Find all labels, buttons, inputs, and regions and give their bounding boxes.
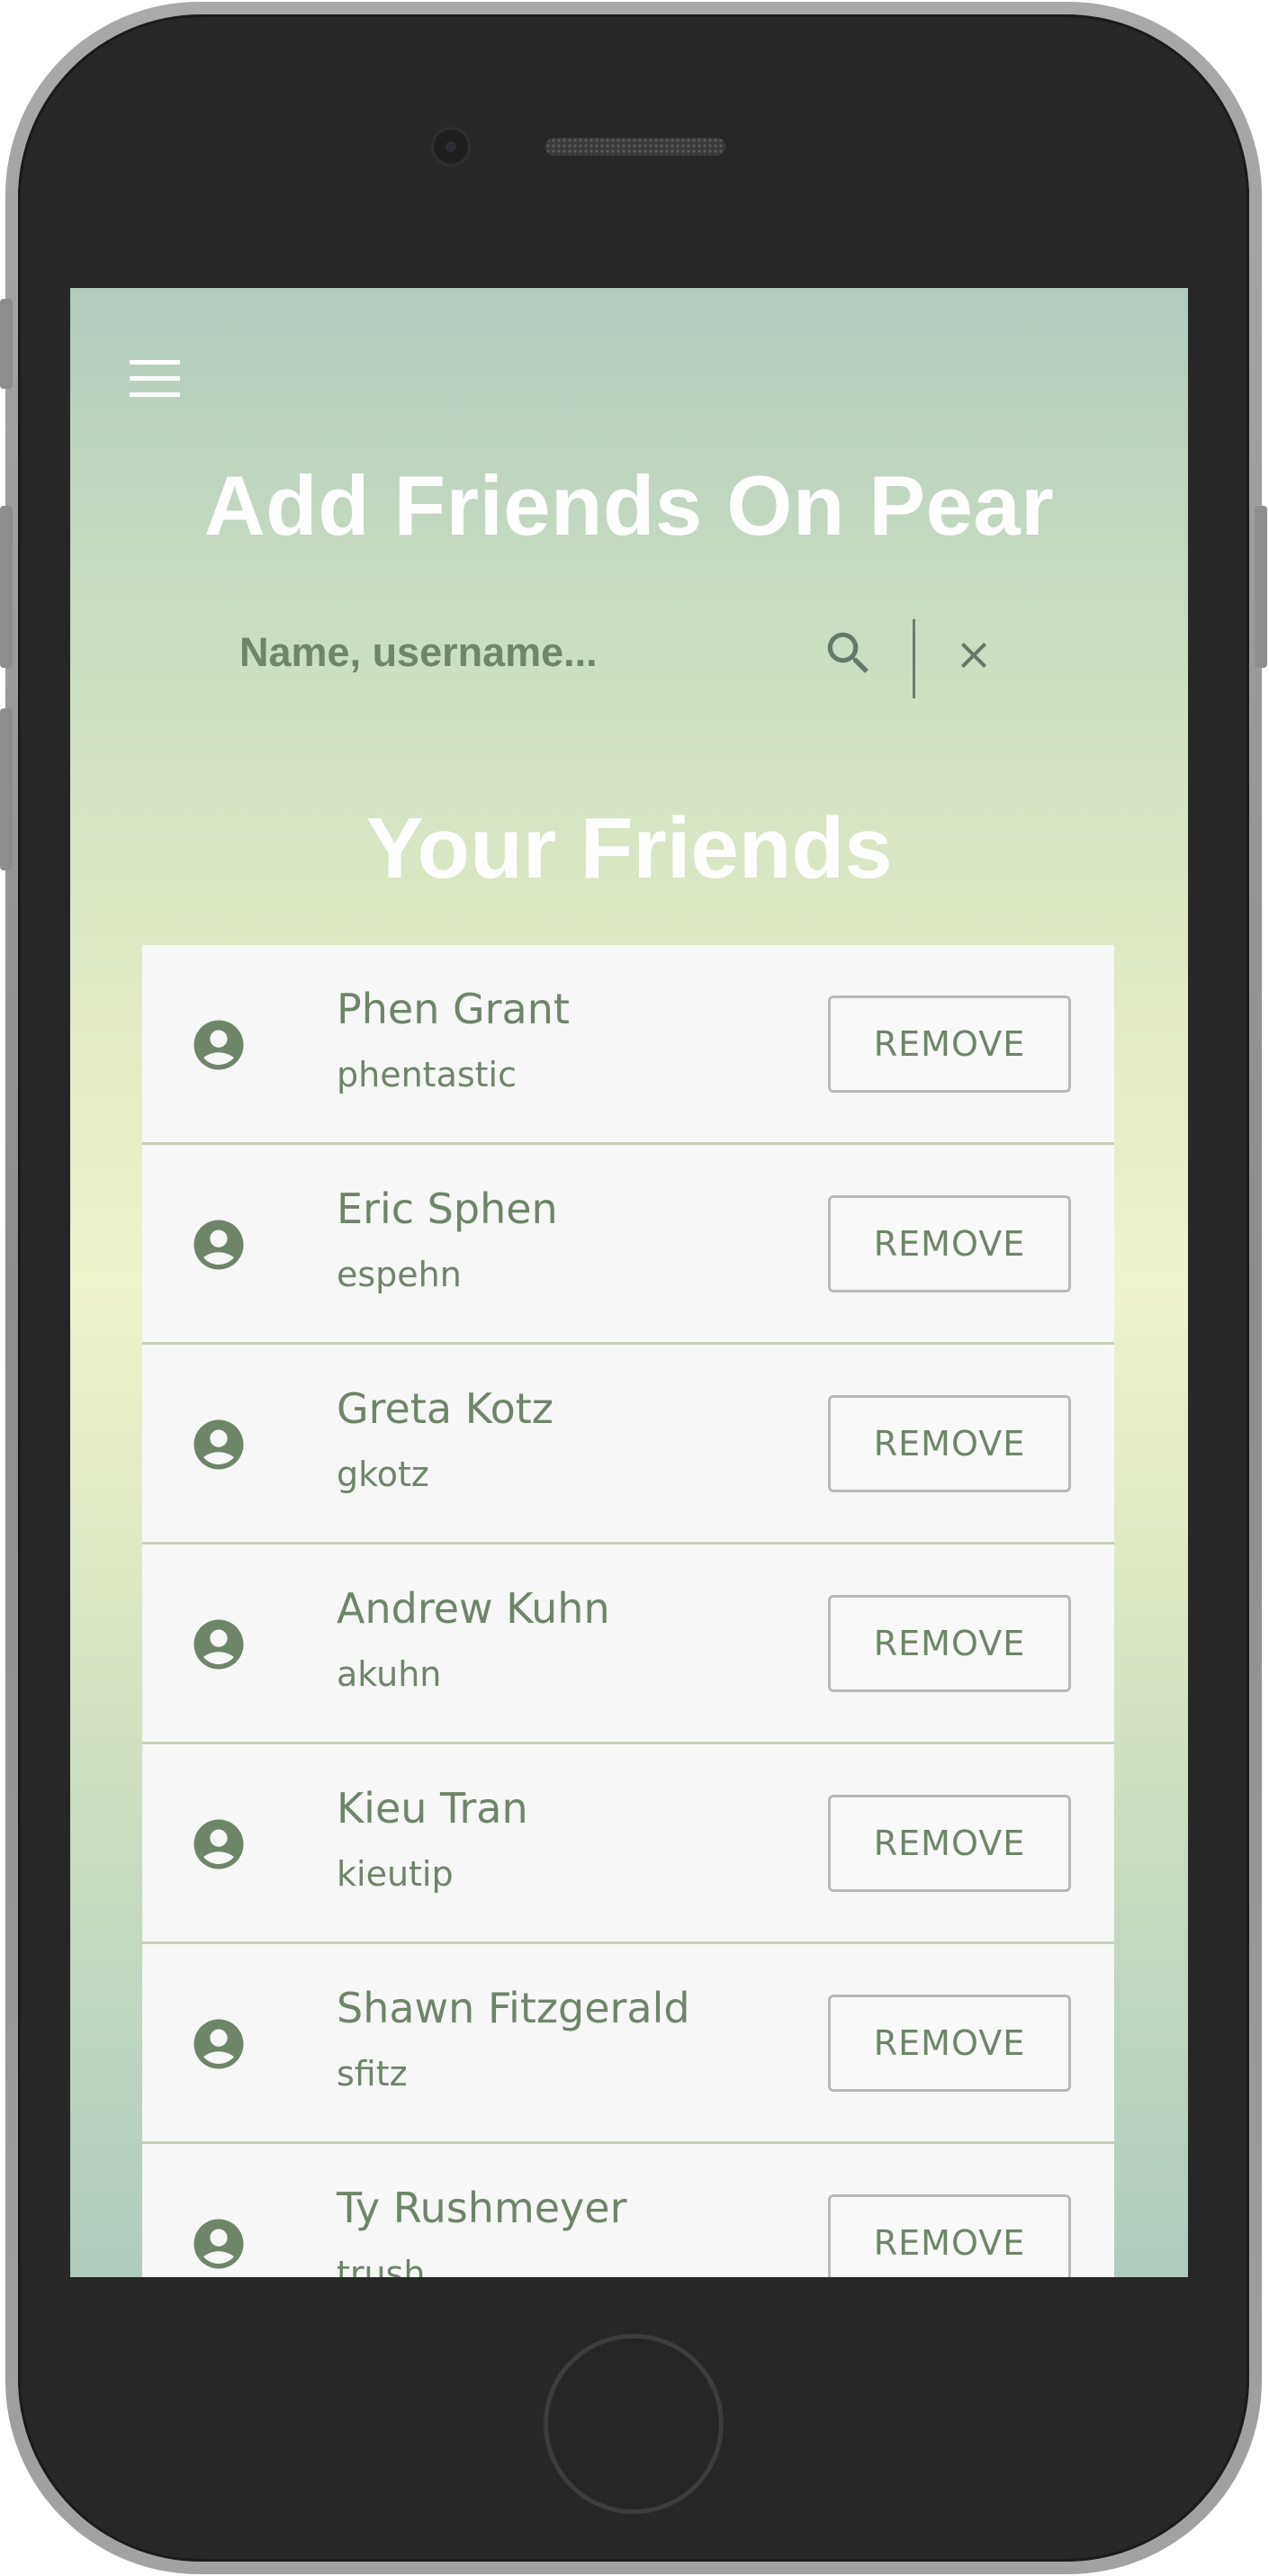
account-circle-icon: [194, 1020, 244, 1070]
remove-friend-button[interactable]: REMOVE: [828, 1595, 1071, 1692]
remove-friend-button[interactable]: REMOVE: [828, 1195, 1071, 1293]
earpiece-speaker: [545, 138, 725, 156]
friend-row: Ty Rushmeyer trush REMOVE: [142, 2144, 1114, 2277]
front-camera: [434, 130, 468, 164]
account-circle-icon: [194, 1419, 244, 1470]
remove-friend-button[interactable]: REMOVE: [828, 995, 1071, 1093]
account-circle-icon: [194, 1619, 244, 1670]
friend-row: Shawn Fitzgerald sfitz REMOVE: [142, 1944, 1114, 2144]
friend-row: Greta Kotz gkotz REMOVE: [142, 1345, 1114, 1545]
power-button: [1255, 506, 1267, 668]
search-icon[interactable]: [821, 626, 877, 681]
friend-row: Phen Grant phentastic REMOVE: [142, 945, 1114, 1145]
friend-name: Eric Sphen: [337, 1184, 558, 1233]
account-circle-icon: [194, 1819, 244, 1869]
your-friends-heading: Your Friends: [365, 800, 893, 896]
friend-name: Greta Kotz: [337, 1384, 554, 1433]
friend-row: Eric Sphen espehn REMOVE: [142, 1145, 1114, 1345]
friend-username: gkotz: [337, 1455, 429, 1494]
friend-name: Shawn Fitzgerald: [337, 1984, 690, 2032]
friend-name: Andrew Kuhn: [337, 1584, 610, 1633]
close-icon[interactable]: [952, 634, 995, 677]
remove-friend-button[interactable]: REMOVE: [828, 1995, 1071, 2092]
home-button[interactable]: [544, 2334, 724, 2514]
mute-switch: [0, 299, 13, 389]
account-circle-icon: [194, 2019, 244, 2069]
app-screen: Add Friends On Pear Your Friends Phen Gr…: [70, 288, 1188, 2277]
friend-row: Andrew Kuhn akuhn REMOVE: [142, 1545, 1114, 1744]
friend-username: espehn: [337, 1255, 462, 1294]
friend-name: Kieu Tran: [337, 1784, 528, 1833]
friend-username: akuhn: [337, 1654, 442, 1694]
search-input[interactable]: [239, 621, 815, 684]
friend-row: Kieu Tran kieutip REMOVE: [142, 1744, 1114, 1944]
volume-down-button: [0, 708, 13, 870]
remove-friend-button[interactable]: REMOVE: [828, 1795, 1071, 1892]
hamburger-menu-icon[interactable]: [130, 360, 180, 398]
volume-up-button: [0, 506, 13, 668]
friend-username: sfitz: [337, 2054, 408, 2094]
page-title: Add Friends On Pear: [203, 458, 1055, 553]
remove-friend-button[interactable]: REMOVE: [828, 1395, 1071, 1492]
friend-username: phentastic: [337, 1055, 518, 1094]
friends-list: Phen Grant phentastic REMOVE Eric Sphen espe…: [142, 945, 1114, 2277]
friend-username: trush: [337, 2254, 426, 2277]
friend-name: Phen Grant: [337, 985, 570, 1033]
friend-name: Ty Rushmeyer: [337, 2184, 627, 2232]
account-circle-icon: [194, 1220, 244, 1270]
account-circle-icon: [194, 2219, 244, 2269]
friend-username: kieutip: [337, 1854, 454, 1894]
search-divider: [913, 619, 915, 698]
remove-friend-button[interactable]: REMOVE: [828, 2194, 1071, 2277]
